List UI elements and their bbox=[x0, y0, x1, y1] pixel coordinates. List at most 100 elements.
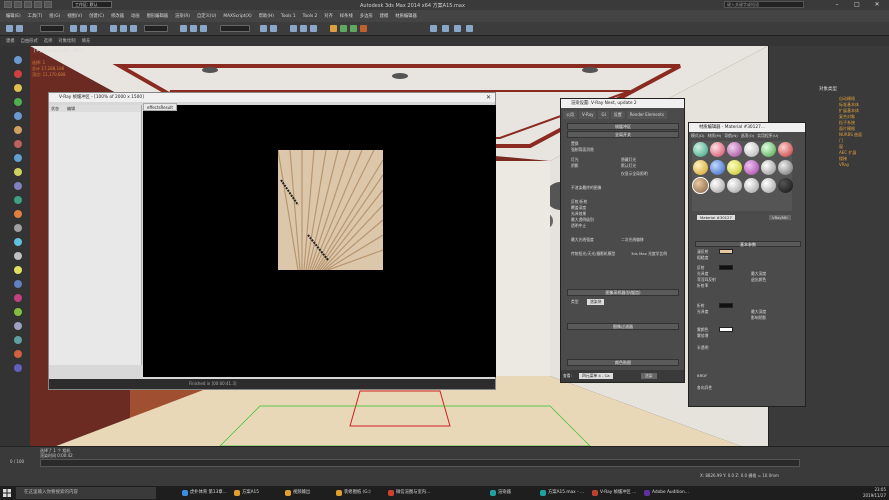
material-type-button[interactable]: VRayMtl bbox=[769, 215, 791, 220]
select-object-icon[interactable] bbox=[70, 25, 77, 32]
redo-icon[interactable] bbox=[44, 1, 52, 8]
option-checkbox[interactable]: 仅显示全局照明 bbox=[621, 171, 648, 177]
sample-sphere[interactable] bbox=[727, 160, 742, 175]
tool-icon[interactable] bbox=[14, 308, 22, 316]
tool-icon[interactable] bbox=[14, 266, 22, 274]
menu-item[interactable]: 修改器 bbox=[109, 13, 126, 19]
x-axis-icon[interactable] bbox=[430, 25, 437, 32]
sample-sphere[interactable] bbox=[744, 178, 759, 193]
render-canvas[interactable] bbox=[143, 105, 496, 377]
sample-sphere-selected[interactable] bbox=[692, 177, 709, 194]
menu-item[interactable]: 建模 bbox=[378, 13, 391, 19]
material-editor-icon[interactable] bbox=[330, 25, 337, 32]
tool-icon[interactable] bbox=[14, 98, 22, 106]
section-header[interactable]: 全局开关 bbox=[567, 131, 679, 138]
menu-item[interactable]: 实用程序(U) bbox=[757, 133, 778, 139]
angle-snap-icon[interactable] bbox=[190, 25, 197, 32]
workspace-select[interactable]: 工作区: 默认 bbox=[72, 1, 112, 8]
tool-icon[interactable] bbox=[14, 238, 22, 246]
sample-sphere[interactable] bbox=[761, 178, 776, 193]
tool-icon[interactable] bbox=[14, 140, 22, 148]
tool-icon[interactable] bbox=[14, 126, 22, 134]
sample-sphere[interactable] bbox=[710, 142, 725, 157]
scale-icon[interactable] bbox=[130, 25, 137, 32]
ribbon-tab[interactable]: 自由形式 bbox=[21, 38, 38, 44]
maximize-icon[interactable]: □ bbox=[847, 0, 867, 10]
reference-coordinate-select[interactable] bbox=[144, 25, 168, 32]
z-axis-icon[interactable] bbox=[454, 25, 461, 32]
option-checkbox[interactable]: 3ds Max 光度学比例 bbox=[631, 251, 667, 257]
schematic-view-icon[interactable] bbox=[310, 25, 317, 32]
frame-counter[interactable]: 0 / 100 bbox=[10, 459, 24, 464]
tab-common[interactable]: 公用 bbox=[563, 111, 577, 119]
tab-render-elements[interactable]: Render Elements bbox=[626, 111, 667, 119]
sample-sphere[interactable] bbox=[710, 160, 725, 175]
menu-item[interactable]: 创建(C) bbox=[87, 13, 106, 19]
tab-vray[interactable]: V-Ray bbox=[579, 111, 597, 119]
menu-item[interactable]: Tools 2 bbox=[301, 14, 320, 19]
sample-sphere[interactable] bbox=[744, 160, 759, 175]
menu-item[interactable]: 动画 bbox=[129, 13, 142, 19]
mirror-icon[interactable] bbox=[260, 25, 267, 32]
sample-sphere[interactable] bbox=[693, 142, 708, 157]
sample-sphere[interactable] bbox=[778, 142, 793, 157]
menu-item[interactable]: 编辑(E) bbox=[4, 13, 23, 19]
tab-gi[interactable]: GI bbox=[598, 111, 609, 119]
undo-icon[interactable] bbox=[6, 25, 13, 32]
search-input[interactable]: 键入关键字或短语 bbox=[724, 1, 804, 8]
tool-icon[interactable] bbox=[14, 350, 22, 358]
render-production-icon[interactable] bbox=[360, 25, 367, 32]
sampler-type-select[interactable]: 渲染块 bbox=[587, 299, 605, 305]
menu-item[interactable]: Tools 1 bbox=[279, 14, 298, 19]
tool-icon[interactable] bbox=[14, 56, 22, 64]
ribbon-tab[interactable]: 选择 bbox=[44, 38, 53, 44]
tab-settings[interactable]: 设置 bbox=[610, 111, 625, 119]
tool-icon[interactable] bbox=[14, 224, 22, 232]
snap-toggle-icon[interactable] bbox=[180, 25, 187, 32]
option-checkbox[interactable]: 强制背面消隐 bbox=[571, 147, 594, 153]
tool-icon[interactable] bbox=[14, 196, 22, 204]
menu-item[interactable]: 工具(T) bbox=[26, 13, 45, 19]
layer-manager-icon[interactable] bbox=[290, 25, 297, 32]
render-button[interactable]: 渲染 bbox=[641, 373, 657, 379]
menu-item[interactable]: 材质编辑器 bbox=[393, 13, 418, 19]
select-by-name-icon[interactable] bbox=[80, 25, 87, 32]
rendered-frame-window-icon[interactable] bbox=[350, 25, 357, 32]
sample-sphere[interactable] bbox=[744, 142, 759, 157]
section-header[interactable]: 帧缓冲区 bbox=[567, 123, 679, 130]
taskbar-app[interactable]: 虎扑体育 第13章... bbox=[182, 487, 227, 499]
option-checkbox[interactable]: 不渲染最终的图像 bbox=[571, 185, 601, 191]
tool-icon[interactable] bbox=[14, 112, 22, 120]
sample-sphere[interactable] bbox=[693, 160, 708, 175]
view-select[interactable]: 四元菜单 4 - Ca bbox=[579, 373, 613, 379]
tool-icon[interactable] bbox=[14, 252, 22, 260]
tool-icon[interactable] bbox=[14, 364, 22, 372]
menu-item[interactable]: 样条线 bbox=[338, 13, 355, 19]
sample-sphere[interactable] bbox=[727, 178, 742, 193]
refract-swatch[interactable] bbox=[719, 303, 733, 308]
xy-plane-icon[interactable] bbox=[466, 25, 473, 32]
menu-item[interactable]: 模式(D) bbox=[691, 133, 704, 139]
sample-sphere[interactable] bbox=[761, 160, 776, 175]
sample-sphere[interactable] bbox=[727, 142, 742, 157]
section-header[interactable]: 图像采样器(抗锯齿) bbox=[567, 289, 679, 296]
tool-icon[interactable] bbox=[14, 336, 22, 344]
selection-filter-select[interactable] bbox=[40, 25, 64, 32]
sample-sphere[interactable] bbox=[778, 160, 793, 175]
system-tray-clock[interactable]: 23:05 2019/11/27 bbox=[840, 487, 886, 499]
menu-item[interactable]: 导航(N) bbox=[724, 133, 737, 139]
option-checkbox[interactable]: 最大光线强度 bbox=[571, 237, 594, 243]
menu-item[interactable]: 自定义(U) bbox=[195, 13, 218, 19]
option-field[interactable]: 二次光线偏移 bbox=[621, 237, 644, 243]
tool-icon[interactable] bbox=[14, 70, 22, 78]
ribbon-tab[interactable]: 建模 bbox=[6, 38, 15, 44]
menu-item[interactable]: 视图(V) bbox=[65, 13, 84, 19]
tool-icon[interactable] bbox=[14, 154, 22, 162]
menu-item[interactable]: 图形编辑器 bbox=[145, 13, 170, 19]
section-header[interactable]: 颜色贴图 bbox=[567, 359, 679, 366]
tool-icon[interactable] bbox=[14, 210, 22, 218]
menu-item[interactable]: 组(G) bbox=[47, 13, 62, 19]
named-selection-select[interactable] bbox=[220, 25, 250, 32]
section-header[interactable]: 图像过滤器 bbox=[567, 323, 679, 330]
diffuse-swatch[interactable] bbox=[719, 249, 733, 254]
